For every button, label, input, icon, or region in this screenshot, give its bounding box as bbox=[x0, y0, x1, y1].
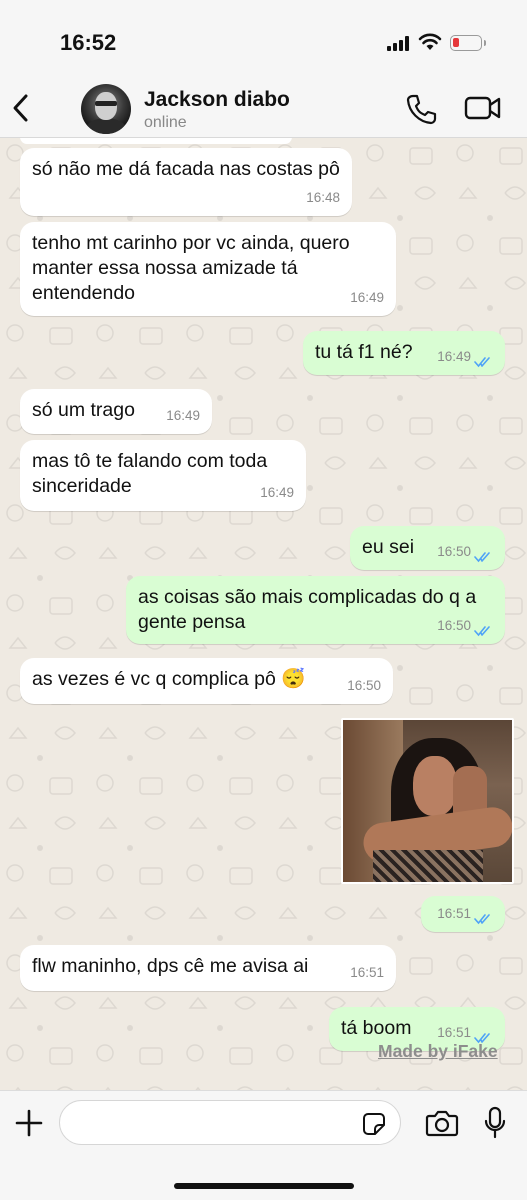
message-bubble[interactable]: as coisas são mais complicadas do q a ge… bbox=[126, 576, 505, 644]
message-text: as vezes é vc q complica pô 😴 bbox=[32, 668, 306, 690]
message-time: 16:50 bbox=[437, 544, 471, 559]
message-bubble[interactable]: as vezes é vc q complica pô 😴 16:50 bbox=[20, 658, 393, 704]
read-ticks-icon bbox=[474, 552, 490, 563]
avatar[interactable] bbox=[81, 84, 131, 134]
message-text: mas tô te falando com toda sinceridade bbox=[32, 450, 268, 497]
message-time: 16:50 bbox=[437, 618, 471, 633]
message-bubble[interactable]: flw maninho, dps cê me avisa ai 16:51 bbox=[20, 945, 396, 991]
message-time: 16:49 bbox=[350, 290, 384, 305]
message-bubble[interactable]: só um trago 16:49 bbox=[20, 389, 212, 434]
image-time-bubble: 16:51 bbox=[421, 896, 505, 932]
microphone-icon[interactable] bbox=[483, 1106, 507, 1140]
camera-icon[interactable] bbox=[425, 1109, 459, 1137]
contact-name[interactable]: Jackson diabo bbox=[144, 88, 290, 112]
battery-icon bbox=[450, 35, 486, 51]
message-bubble[interactable]: tu tá f1 né? 16:49 bbox=[303, 331, 505, 375]
message-input[interactable] bbox=[59, 1100, 401, 1145]
message-bubble[interactable]: mas tô te falando com toda sinceridade 1… bbox=[20, 440, 306, 511]
message-time: 16:50 bbox=[347, 678, 381, 693]
status-time: 16:52 bbox=[60, 30, 117, 55]
message-time: 16:49 bbox=[437, 349, 471, 364]
contact-status: online bbox=[144, 114, 187, 131]
sticker-icon[interactable] bbox=[362, 1112, 386, 1136]
previous-message-edge bbox=[20, 138, 292, 144]
read-ticks-icon bbox=[474, 357, 490, 368]
chat-area[interactable]: só não me dá facada nas costas pô 16:48 … bbox=[0, 138, 527, 1090]
chevron-left-icon[interactable] bbox=[10, 92, 32, 124]
watermark: Made by iFake bbox=[378, 1041, 498, 1061]
message-time: 16:49 bbox=[166, 408, 200, 423]
message-text: flw maninho, dps cê me avisa ai bbox=[32, 955, 309, 977]
cellular-signal-icon bbox=[387, 36, 413, 51]
message-bubble[interactable]: só não me dá facada nas costas pô 16:48 bbox=[20, 148, 352, 216]
message-time: 16:49 bbox=[260, 485, 294, 500]
read-ticks-icon bbox=[474, 626, 490, 637]
message-text: tenho mt carinho por vc ainda, quero man… bbox=[32, 232, 350, 304]
wifi-icon bbox=[418, 33, 442, 50]
input-bar bbox=[0, 1090, 527, 1200]
message-text: só não me dá facada nas costas pô bbox=[32, 158, 340, 180]
chat-header: 16:52 Jackson diabo online bbox=[0, 0, 527, 138]
image-message[interactable] bbox=[341, 718, 514, 884]
read-ticks-icon bbox=[474, 914, 490, 925]
video-camera-icon[interactable] bbox=[464, 95, 502, 121]
message-bubble[interactable]: tenho mt carinho por vc ainda, quero man… bbox=[20, 222, 396, 316]
message-time: 16:51 bbox=[437, 906, 471, 921]
phone-icon[interactable] bbox=[405, 93, 437, 125]
plus-icon[interactable] bbox=[15, 1109, 43, 1137]
message-bubble[interactable]: eu sei 16:50 bbox=[350, 526, 505, 570]
message-time: 16:51 bbox=[350, 965, 384, 980]
home-indicator bbox=[174, 1183, 354, 1189]
message-time: 16:48 bbox=[306, 190, 340, 205]
